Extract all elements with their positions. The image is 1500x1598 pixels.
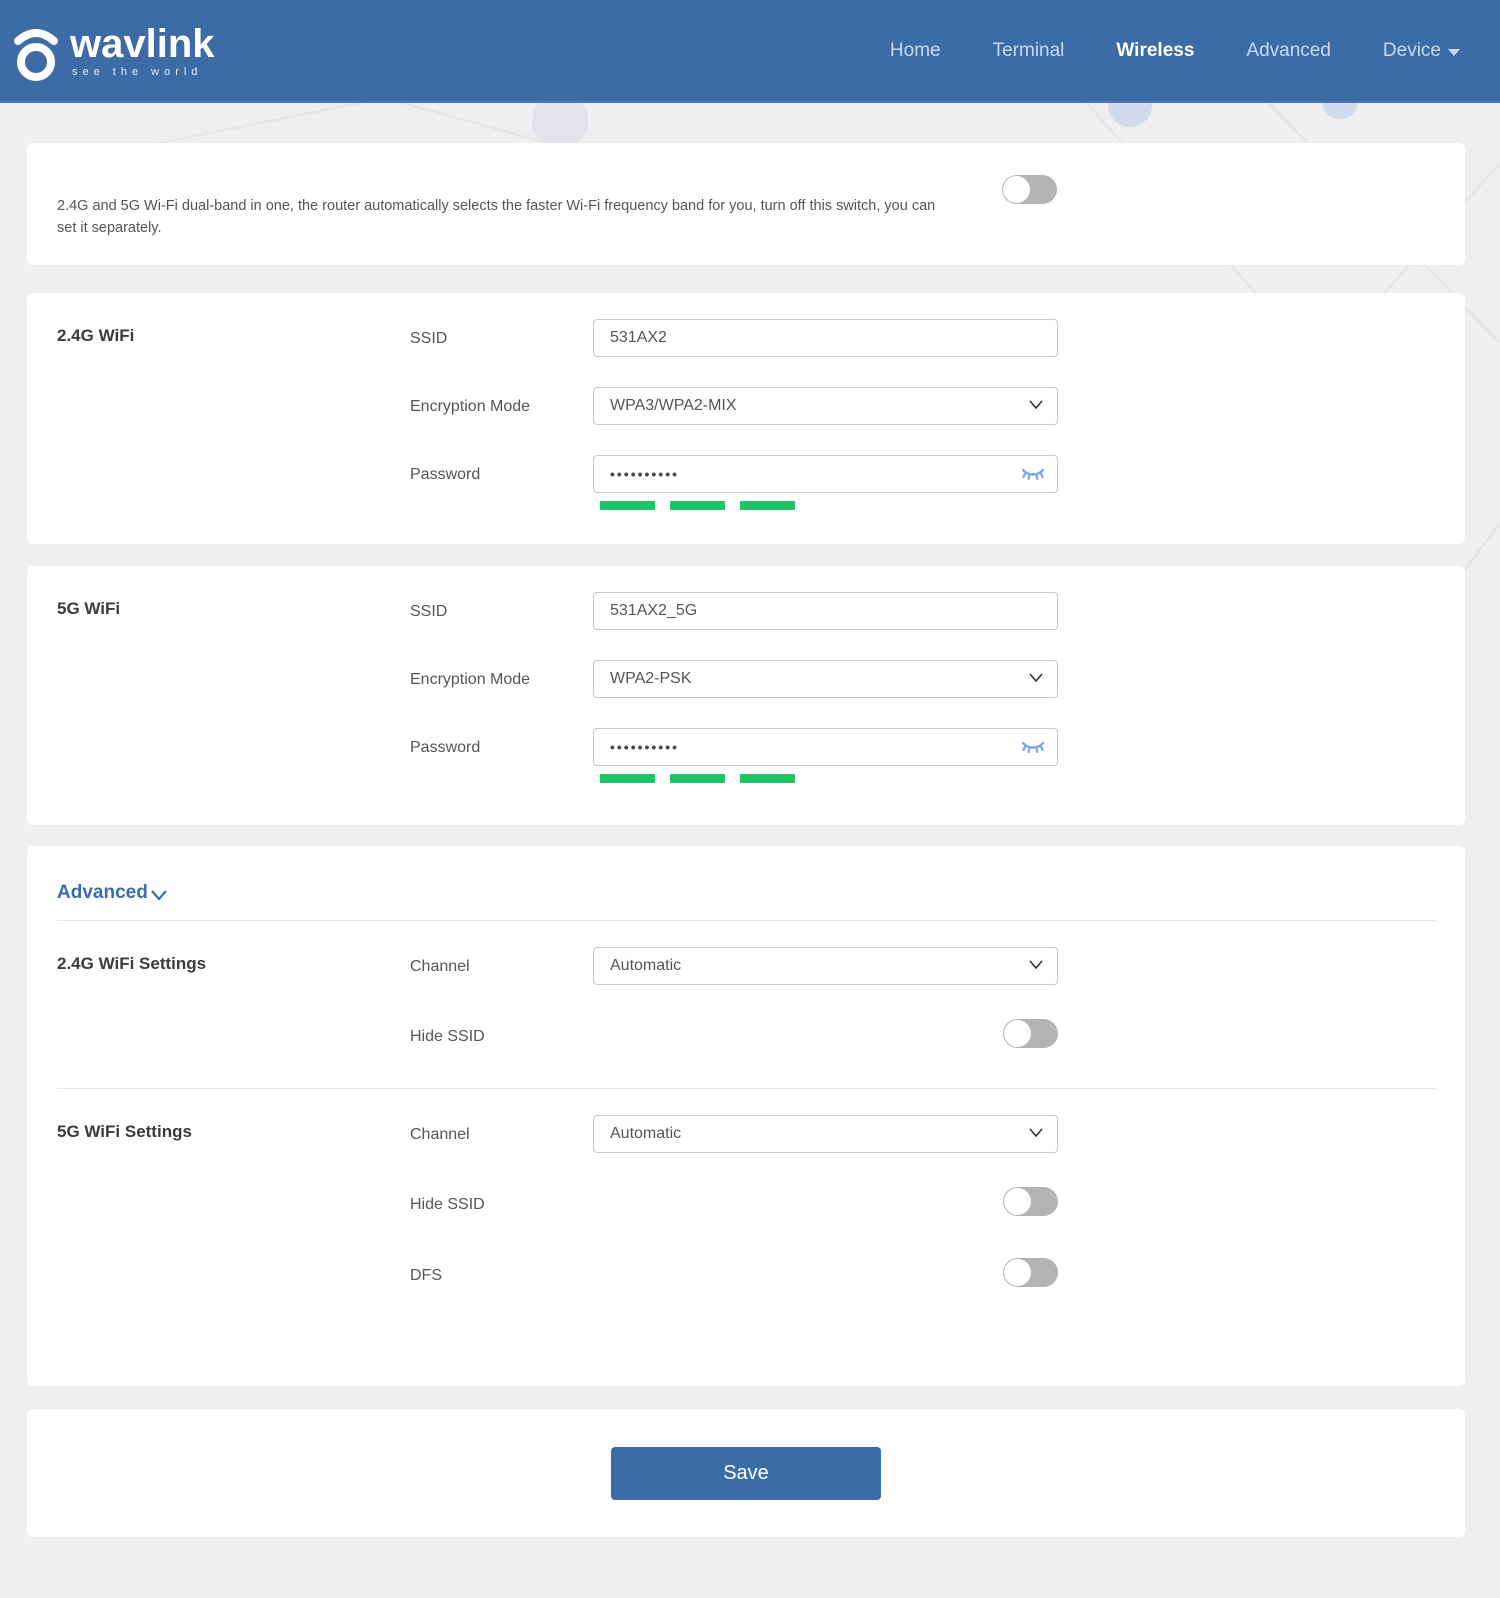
save-button[interactable]: Save xyxy=(611,1447,881,1500)
encryption-5g-select[interactable]: WPA2-PSK xyxy=(593,660,1058,698)
channel-label: Channel xyxy=(410,1115,540,1146)
nav-item-terminal[interactable]: Terminal xyxy=(993,40,1065,62)
password-label: Password xyxy=(410,728,540,759)
hide-ssid-label: Hide SSID xyxy=(410,1017,540,1048)
ssid-5g-input[interactable] xyxy=(593,592,1058,630)
channel-5g-select[interactable]: Automatic xyxy=(593,1115,1058,1153)
chevron-down-icon xyxy=(1448,49,1460,56)
settings-2g-section-label: 2.4G WiFi Settings xyxy=(57,947,410,974)
encryption-mode-label: Encryption Mode xyxy=(410,660,540,691)
hide-ssid-label: Hide SSID xyxy=(410,1185,540,1216)
hide-ssid-5g-toggle[interactable] xyxy=(1003,1187,1058,1216)
advanced-card: Advanced 2.4G WiFi Settings Channel Auto… xyxy=(27,846,1465,1386)
ssid-2g-input[interactable] xyxy=(593,319,1058,357)
eye-closed-icon[interactable] xyxy=(1020,464,1046,484)
hide-ssid-2g-toggle[interactable] xyxy=(1003,1019,1058,1048)
encryption-mode-label: Encryption Mode xyxy=(410,387,540,418)
encryption-2g-select[interactable]: WPA3/WPA2-MIX xyxy=(593,387,1058,425)
toggle-knob xyxy=(1003,176,1030,203)
settings-5g-section-label: 5G WiFi Settings xyxy=(57,1115,410,1142)
password-label: Password xyxy=(410,455,540,486)
brand-logo: wavlink see the world xyxy=(8,20,215,82)
channel-label: Channel xyxy=(410,947,540,978)
nav-links: Home Terminal Wireless Advanced Device xyxy=(890,40,1460,62)
wifi-5g-section-label: 5G WiFi xyxy=(57,592,410,619)
save-card: Save xyxy=(27,1409,1465,1537)
channel-2g-value: Automatic xyxy=(610,957,681,975)
nav-item-home[interactable]: Home xyxy=(890,40,941,62)
nav-item-device-label: Device xyxy=(1383,40,1441,62)
brand-name: wavlink xyxy=(70,24,215,64)
wifi-2g-card: 2.4G WiFi SSID Encryption Mode WPA3/WPA2… xyxy=(27,293,1465,544)
strength-bar xyxy=(600,501,655,510)
wavlink-logo-icon xyxy=(10,24,62,82)
encryption-2g-value: WPA3/WPA2-MIX xyxy=(610,397,737,415)
password-strength-5g xyxy=(600,774,1058,783)
dual-band-description: 2.4G and 5G Wi-Fi dual-band in one, the … xyxy=(57,173,942,240)
channel-2g-select[interactable]: Automatic xyxy=(593,947,1058,985)
nav-item-device[interactable]: Device xyxy=(1383,40,1460,62)
password-5g-input[interactable] xyxy=(593,728,1058,766)
chevron-down-icon xyxy=(1028,399,1044,411)
chevron-down-icon xyxy=(150,889,168,902)
password-strength-2g xyxy=(600,501,1058,510)
wifi-5g-card: 5G WiFi SSID Encryption Mode WPA2-PSK Pa… xyxy=(27,566,1465,825)
strength-bar xyxy=(740,774,795,783)
strength-bar xyxy=(740,501,795,510)
nav-item-wireless[interactable]: Wireless xyxy=(1116,40,1194,62)
ssid-label: SSID xyxy=(410,592,540,623)
toggle-knob xyxy=(1004,1259,1031,1286)
dual-band-toggle[interactable] xyxy=(1002,175,1057,204)
chevron-down-icon xyxy=(1028,672,1044,684)
advanced-heading-label: Advanced xyxy=(57,882,148,904)
chevron-down-icon xyxy=(1028,959,1044,971)
wifi-2g-section-label: 2.4G WiFi xyxy=(57,319,410,346)
strength-bar xyxy=(600,774,655,783)
eye-closed-icon[interactable] xyxy=(1020,737,1046,757)
channel-5g-value: Automatic xyxy=(610,1125,681,1143)
dual-band-card: 2.4G and 5G Wi-Fi dual-band in one, the … xyxy=(27,143,1465,265)
password-2g-input[interactable] xyxy=(593,455,1058,493)
chevron-down-icon xyxy=(1028,1127,1044,1139)
strength-bar xyxy=(670,501,725,510)
dfs-toggle[interactable] xyxy=(1003,1258,1058,1287)
toggle-knob xyxy=(1004,1188,1031,1215)
toggle-knob xyxy=(1004,1020,1031,1047)
ssid-label: SSID xyxy=(410,319,540,350)
dfs-label: DFS xyxy=(410,1256,540,1287)
advanced-collapse-toggle[interactable]: Advanced xyxy=(57,882,168,904)
encryption-5g-value: WPA2-PSK xyxy=(610,670,692,688)
top-navbar: wavlink see the world Home Terminal Wire… xyxy=(0,0,1500,103)
nav-item-advanced[interactable]: Advanced xyxy=(1246,40,1331,62)
strength-bar xyxy=(670,774,725,783)
brand-tagline: see the world xyxy=(72,67,215,78)
